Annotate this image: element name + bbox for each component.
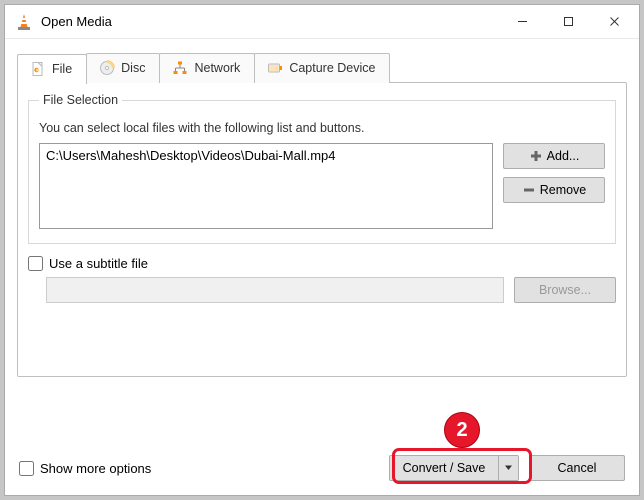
browse-button-label: Browse... <box>539 283 591 297</box>
show-more-options-checkbox[interactable] <box>19 461 34 476</box>
tab-capture-device[interactable]: Capture Device <box>254 53 390 83</box>
minimize-button[interactable] <box>499 7 545 37</box>
subtitle-checkbox[interactable] <box>28 256 43 271</box>
tab-bar: File Disc Network Capture Device <box>17 53 627 83</box>
close-button[interactable] <box>591 7 637 37</box>
capture-device-icon <box>267 60 283 76</box>
file-selection-group: File Selection You can select local file… <box>28 93 616 244</box>
open-media-dialog: Open Media File Disc Network Capture De <box>4 4 640 496</box>
window-title: Open Media <box>41 14 499 29</box>
file-icon <box>30 61 46 77</box>
file-item[interactable]: C:\Users\Mahesh\Desktop\Videos\Dubai-Mal… <box>46 148 486 163</box>
convert-save-dropdown[interactable] <box>499 455 519 481</box>
cancel-button[interactable]: Cancel <box>529 455 625 481</box>
titlebar: Open Media <box>5 5 639 39</box>
vlc-cone-icon <box>15 13 33 31</box>
add-button-label: Add... <box>547 149 580 163</box>
network-icon <box>172 60 188 76</box>
convert-save-button[interactable]: Convert / Save <box>389 455 499 481</box>
chevron-down-icon <box>504 461 513 475</box>
disc-icon <box>99 60 115 76</box>
tab-panel-file: File Selection You can select local file… <box>17 82 627 377</box>
maximize-button[interactable] <box>545 7 591 37</box>
subtitle-path-field <box>46 277 504 303</box>
tab-file[interactable]: File <box>17 54 87 84</box>
tab-label: Disc <box>121 61 145 75</box>
browse-button: Browse... <box>514 277 616 303</box>
add-button[interactable]: Add... <box>503 143 605 169</box>
show-more-options-label: Show more options <box>40 461 151 476</box>
tab-label: File <box>52 62 72 76</box>
tab-label: Network <box>194 61 240 75</box>
remove-button-label: Remove <box>540 183 587 197</box>
file-selection-help: You can select local files with the foll… <box>39 121 605 135</box>
file-selection-legend: File Selection <box>39 93 122 107</box>
convert-save-button-label: Convert / Save <box>403 461 486 475</box>
tab-label: Capture Device <box>289 61 375 75</box>
remove-button[interactable]: Remove <box>503 177 605 203</box>
file-list[interactable]: C:\Users\Mahesh\Desktop\Videos\Dubai-Mal… <box>39 143 493 229</box>
plus-icon <box>529 149 543 163</box>
tab-network[interactable]: Network <box>159 53 255 83</box>
minus-icon <box>522 183 536 197</box>
tab-disc[interactable]: Disc <box>86 53 160 83</box>
subtitle-label: Use a subtitle file <box>49 256 148 271</box>
cancel-button-label: Cancel <box>558 461 597 475</box>
